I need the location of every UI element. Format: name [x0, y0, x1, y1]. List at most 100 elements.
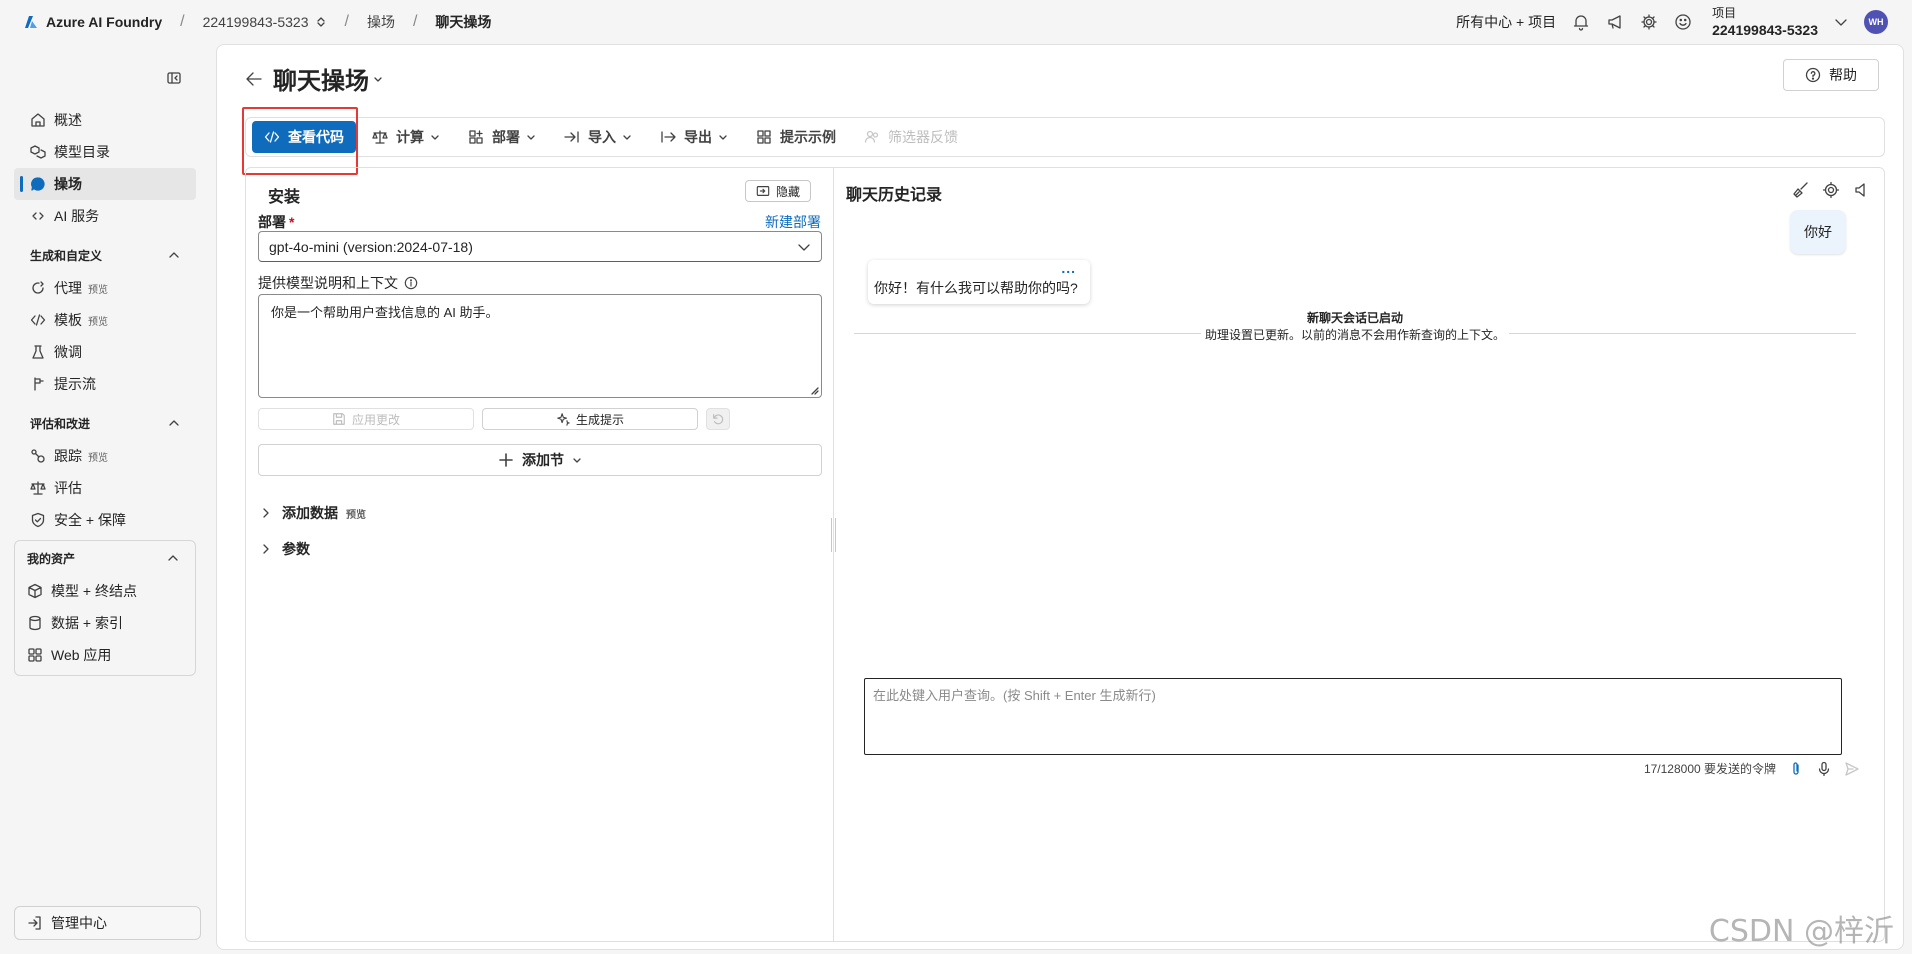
preview-badge: 预览 [346, 509, 366, 521]
gear-icon[interactable] [1640, 13, 1658, 31]
all-hubs-link[interactable]: 所有中心 + 项目 [1456, 12, 1556, 32]
parameters-expander[interactable]: 参数 [260, 539, 310, 559]
help-label: 帮助 [1829, 67, 1857, 83]
system-message-textarea[interactable]: 你是一个帮助用户查找信息的 AI 助手。 [258, 294, 822, 398]
collapse-sidebar-icon[interactable] [166, 70, 182, 86]
sidebar-item-tracing[interactable]: 跟踪 预览 [14, 440, 196, 472]
sidebar-item-model-catalog[interactable]: 模型目录 [14, 136, 196, 168]
filter-feedback-button[interactable]: 筛选器反馈 [852, 121, 970, 153]
chevron-down-icon [573, 458, 581, 463]
chevron-down-icon [719, 135, 727, 140]
deployment-label: 部署 * [258, 212, 294, 232]
breadcrumb-project-label: 224199843-5323 [202, 14, 309, 30]
sidebar-item-evaluation[interactable]: 评估 [14, 472, 196, 504]
grid-icon [757, 130, 771, 144]
megaphone-icon[interactable] [1606, 13, 1624, 31]
new-session-subtitle: 助理设置已更新。以前的消息不会用作新查询的上下文。 [1200, 327, 1509, 343]
panel-resize-handle[interactable] [831, 518, 836, 552]
bell-icon[interactable] [1572, 13, 1590, 31]
chat-history-title: 聊天历史记录 [846, 187, 943, 204]
assistant-message-text: 你好！有什么我可以帮助你的吗? [874, 280, 1078, 296]
sidebar-item-agents[interactable]: 代理 预览 [14, 272, 196, 304]
attach-icon[interactable] [1788, 761, 1804, 777]
group-label: 评估和改进 [30, 416, 91, 431]
sidebar-item-playground[interactable]: 操场 [14, 168, 196, 200]
group-header-evaluate[interactable]: 评估和改进 [14, 406, 196, 440]
sidebar-item-overview[interactable]: 概述 [14, 104, 196, 136]
toolbar: 查看代码 计算 部署 导入 导出 提示示例 筛选器反馈 [245, 117, 1885, 157]
link-icon [32, 212, 44, 220]
chevron-down-icon[interactable] [1834, 15, 1848, 29]
chevron-down-icon [527, 135, 535, 140]
sidebar-item-models-endpoints[interactable]: 模型 + 终结点 [15, 575, 195, 607]
group-header-build[interactable]: 生成和自定义 [14, 238, 196, 272]
speaker-icon[interactable] [1852, 181, 1870, 199]
watermark: CSDN @梓沂 [1708, 914, 1894, 949]
sidebar-item-web-apps[interactable]: Web 应用 [15, 639, 195, 671]
import-icon [564, 131, 579, 143]
reset-button[interactable] [706, 408, 730, 430]
send-icon[interactable] [1844, 761, 1860, 777]
add-section-button[interactable]: 添加节 [258, 444, 822, 476]
info-icon[interactable] [404, 276, 418, 290]
trace-icon [31, 449, 45, 463]
compute-button[interactable]: 计算 [360, 121, 452, 153]
hide-panel-icon [756, 186, 770, 196]
token-count: 17/128000 要发送的令牌 [1643, 762, 1776, 776]
management-center-label: 管理中心 [51, 915, 107, 931]
help-button[interactable]: 帮助 [1783, 59, 1879, 91]
avatar[interactable]: WH [1864, 10, 1888, 34]
assistant-message-bubble: ... 你好！有什么我可以帮助你的吗? [868, 260, 1090, 304]
sidebar-item-fine-tuning[interactable]: 微调 [14, 336, 196, 368]
chat-input[interactable]: 在此处键入用户查询。(按 Shift + Enter 生成新行) [864, 678, 1842, 755]
sidebar-item-label: AI 服务 [54, 208, 100, 224]
instructions-label: 提供模型说明和上下文 [258, 273, 418, 293]
back-arrow-icon[interactable] [245, 70, 263, 88]
import-button[interactable]: 导入 [552, 121, 644, 153]
management-center-button[interactable]: 管理中心 [14, 906, 201, 940]
resize-grip-icon[interactable] [811, 387, 819, 395]
save-icon [333, 413, 345, 425]
beaker-icon [32, 345, 44, 359]
export-button[interactable]: 导出 [648, 121, 740, 153]
add-section-label: 添加节 [522, 452, 564, 468]
broom-icon[interactable] [1792, 181, 1810, 199]
breadcrumb-playground[interactable]: 操场 [367, 12, 395, 32]
more-options-icon[interactable]: ... [1061, 260, 1076, 276]
sidebar-item-prompt-flow[interactable]: 提示流 [14, 368, 196, 400]
deployment-select[interactable]: gpt-4o-mini (version:2024-07-18) [258, 231, 822, 262]
undo-icon [713, 414, 724, 425]
group-header-assets[interactable]: 我的资产 [15, 541, 195, 575]
deploy-button[interactable]: 部署 [456, 121, 548, 153]
sidebar-item-data-indexes[interactable]: 数据 + 索引 [15, 607, 195, 639]
smiley-icon[interactable] [1674, 13, 1692, 31]
sidebar-item-templates[interactable]: 模板 预览 [14, 304, 196, 336]
apply-changes-button[interactable]: 应用更改 [258, 408, 474, 430]
new-deployment-link[interactable]: 新建部署 [765, 212, 821, 232]
hide-button[interactable]: 隐藏 [745, 180, 811, 202]
project-switcher[interactable]: 项目 224199843-5323 [1712, 5, 1818, 39]
sidebar-item-safety[interactable]: 安全 + 保障 [14, 504, 196, 536]
breadcrumb-chat-playground: 聊天操场 [435, 14, 492, 30]
prompt-samples-button[interactable]: 提示示例 [744, 121, 848, 153]
add-data-expander[interactable]: 添加数据 预览 [260, 503, 366, 523]
breadcrumb-separator: / [180, 13, 185, 30]
sidebar-item-ai-services[interactable]: AI 服务 [14, 200, 196, 232]
microphone-icon[interactable] [1816, 761, 1832, 777]
brand[interactable]: Azure AI Foundry [24, 14, 162, 30]
generate-prompt-button[interactable]: 生成提示 [482, 408, 698, 430]
deploy-label: 部署 [492, 129, 520, 145]
chevron-down-icon[interactable] [373, 74, 383, 84]
my-assets-group: 我的资产 模型 + 终结点 数据 + 索引 Web 应用 [14, 540, 196, 676]
chevron-down-icon [623, 135, 631, 140]
top-bar: Azure AI Foundry / 224199843-5323 / 操场 /… [0, 0, 1912, 44]
preview-badge: 预览 [88, 316, 108, 328]
breadcrumb-separator: / [344, 13, 349, 30]
code-icon [30, 314, 46, 326]
apply-changes-label: 应用更改 [351, 412, 400, 427]
breadcrumb-project[interactable]: 224199843-5323 [203, 14, 327, 30]
gear-icon[interactable] [1822, 181, 1840, 199]
sidebar: 概述 模型目录 操场 AI 服务 生成和自定义 代理 预览 模板 预览 微调 提… [0, 44, 210, 954]
compute-label: 计算 [396, 129, 424, 145]
generate-prompt-label: 生成提示 [575, 412, 624, 427]
